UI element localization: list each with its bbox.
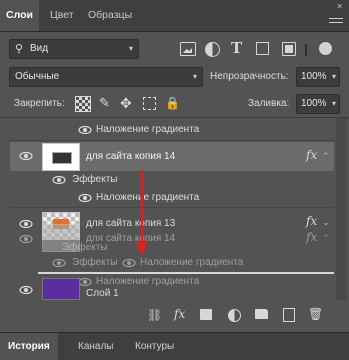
chevron-down-icon: ▾ <box>331 72 336 81</box>
mask-icon[interactable] <box>200 309 212 320</box>
eye-icon[interactable] <box>19 285 33 295</box>
lock-artboard-icon[interactable] <box>143 97 156 110</box>
effect-label: Наложение градиента <box>96 124 200 135</box>
adjustment-filter-icon[interactable] <box>205 42 220 57</box>
chevron-down-icon: ▾ <box>331 99 336 108</box>
eye-icon[interactable] <box>78 125 92 135</box>
blend-mode-select[interactable]: Обычные ▾ <box>9 67 203 87</box>
chevron-up-icon[interactable]: ⌃ <box>322 151 330 162</box>
tab-channels[interactable]: Каналы <box>70 333 122 360</box>
layer-name[interactable]: для сайта копия 14 <box>86 151 175 162</box>
bottom-tabbar: История Каналы Контуры <box>0 332 349 360</box>
fill-value: 100% <box>301 98 327 109</box>
tab-color[interactable]: Цвет <box>44 0 80 31</box>
link-icon[interactable]: ⛓ <box>147 308 162 322</box>
drag-ghost-effects-row: Эффекты Наложение градиента <box>10 255 334 271</box>
opacity-field[interactable]: 100% ▾ <box>296 67 340 87</box>
eye-icon[interactable] <box>78 193 92 203</box>
fx-icon[interactable]: fx <box>174 307 185 321</box>
eye-icon[interactable] <box>52 175 66 185</box>
trash-icon[interactable]: 🗑 <box>308 307 323 321</box>
divider <box>305 44 307 56</box>
fill-label: Заливка: <box>248 98 290 109</box>
search-icon: ⚲ <box>15 43 24 55</box>
drag-ghost-effects: Эффекты <box>10 240 334 256</box>
scrollbar[interactable] <box>336 118 346 300</box>
lock-all-icon[interactable]: 🔒 <box>165 96 180 110</box>
layer-filter-value: Вид <box>30 43 49 54</box>
close-icon[interactable]: ✕ <box>336 2 343 11</box>
lock-position-icon[interactable]: ✥ <box>120 96 134 110</box>
tab-layers[interactable]: Слои <box>0 0 39 31</box>
panel-tabbar: Слои Цвет Образцы ✕ <box>0 0 349 32</box>
tab-history[interactable]: История <box>0 333 58 360</box>
layer-row-layer1[interactable]: Слой 1 <box>10 278 334 300</box>
tab-paths[interactable]: Контуры <box>127 333 182 360</box>
effect-label: Наложение градиента <box>140 257 244 268</box>
opacity-label: Непрозрачность: <box>210 71 289 82</box>
list-item[interactable]: Наложение градиента <box>10 189 334 208</box>
list-item[interactable]: Эффекты <box>10 171 334 189</box>
fill-field[interactable]: 100% ▾ <box>296 94 340 114</box>
effects-label: Эффекты <box>72 257 118 268</box>
folder-icon[interactable] <box>255 309 268 319</box>
layer-filter-select[interactable]: ⚲ Вид ▾ <box>9 39 139 59</box>
lock-transparent-icon[interactable] <box>75 96 91 112</box>
eye-icon <box>52 258 66 268</box>
filter-toggle-icon[interactable] <box>319 42 332 55</box>
shape-filter-icon[interactable] <box>256 42 269 55</box>
opacity-value: 100% <box>301 71 327 82</box>
layer-toolbar: ⛓ fx 🗑 <box>0 302 349 330</box>
smart-object-filter-icon[interactable] <box>282 42 296 56</box>
chevron-down-icon[interactable]: ⌄ <box>322 217 330 228</box>
type-filter-icon[interactable]: T <box>231 39 242 57</box>
new-layer-icon[interactable] <box>283 308 295 322</box>
adjustment-icon[interactable] <box>228 309 241 322</box>
image-filter-icon[interactable] <box>180 42 196 56</box>
drag-arrow <box>136 170 148 256</box>
eye-icon[interactable] <box>19 151 33 161</box>
panel-menu-icon[interactable] <box>329 18 343 24</box>
chevron-down-icon: ▾ <box>192 72 197 81</box>
chevron-down-icon: ▾ <box>128 44 133 53</box>
tab-swatches[interactable]: Образцы <box>82 0 138 31</box>
list-item[interactable]: Наложение градиента <box>10 120 334 141</box>
lock-pixels-icon[interactable]: ✎ <box>99 96 113 110</box>
lock-label: Закрепить: <box>14 98 65 109</box>
layer-row-copy14[interactable]: для сайта копия 14 fx ⌃ <box>10 142 334 171</box>
effects-label: Эффекты <box>72 174 118 185</box>
layer-name[interactable]: Слой 1 <box>86 288 119 299</box>
effects-label: Эффекты <box>62 242 108 253</box>
eye-icon <box>122 258 136 268</box>
fx-icon[interactable]: fx <box>306 148 317 162</box>
fx-icon[interactable]: fx <box>306 214 317 228</box>
layer-thumbnail <box>42 143 80 171</box>
blend-mode-value: Обычные <box>15 71 60 82</box>
layer-thumbnail <box>42 278 80 300</box>
